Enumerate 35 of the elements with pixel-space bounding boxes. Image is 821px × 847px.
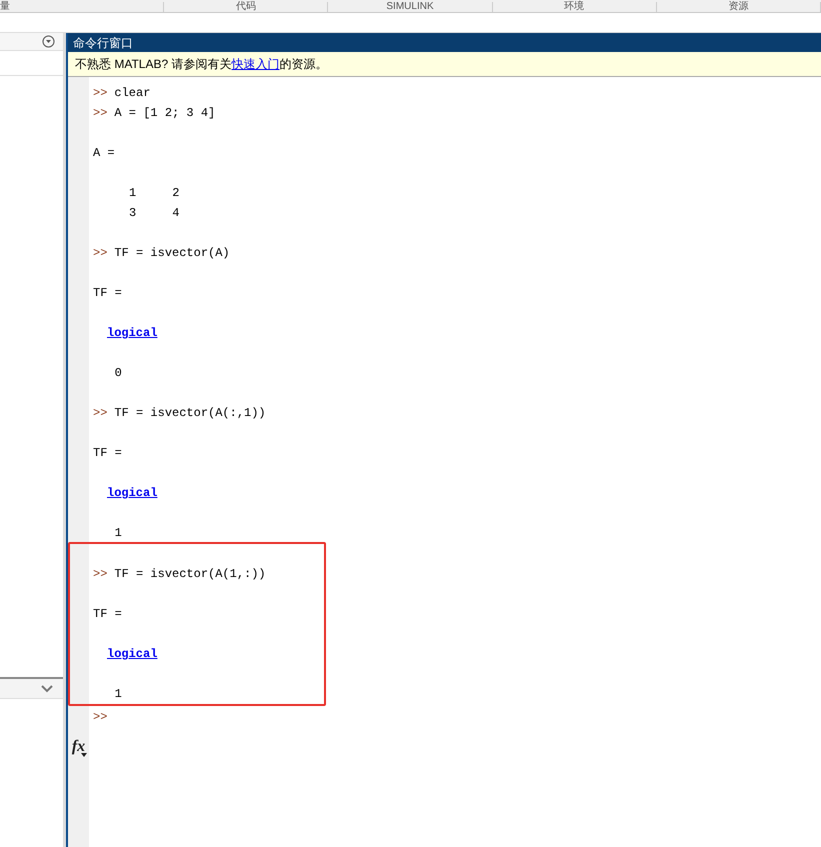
toolstrip-tab[interactable]: 量 xyxy=(0,2,164,12)
prompt-text: >> xyxy=(93,105,108,122)
prompt-text: >> xyxy=(93,85,108,102)
prompt-text[interactable]: >> xyxy=(93,708,108,726)
command-text: clear xyxy=(114,85,150,102)
function-button[interactable]: fx xyxy=(72,739,86,755)
output-text: A = xyxy=(93,145,115,162)
output-text: TF = xyxy=(93,606,122,623)
prompt-text: >> xyxy=(93,245,108,262)
output-text: 0 xyxy=(114,365,122,382)
output-text: TF = xyxy=(93,445,122,462)
command-text: TF = isvector(A) xyxy=(114,245,230,262)
toolstrip-tab[interactable]: SIMULINK xyxy=(328,2,493,12)
command-text: TF = isvector(A(1,:)) xyxy=(114,566,266,583)
output-text: 1 xyxy=(114,525,122,542)
toolstrip-tab[interactable]: 代码 xyxy=(164,2,328,12)
class-link[interactable]: logical xyxy=(107,645,158,663)
chevron-down-icon[interactable] xyxy=(41,684,53,692)
prompt-text: >> xyxy=(93,566,108,583)
class-link[interactable]: logical xyxy=(107,484,158,502)
command-text: A = [1 2; 3 4] xyxy=(114,105,216,122)
dropdown-icon[interactable] xyxy=(42,35,55,48)
output-text: TF = xyxy=(93,285,122,302)
prompt-text: >> xyxy=(93,405,108,422)
command-text: TF = isvector(A(:,1)) xyxy=(114,405,266,422)
window-title-bar: 命令行窗口 xyxy=(68,33,821,52)
toolstrip-tab[interactable]: 环境 xyxy=(492,2,657,12)
output-text: 3 4 xyxy=(128,205,180,222)
caret-icon xyxy=(81,753,87,757)
output-text: 1 2 xyxy=(128,185,180,202)
quick-start-link[interactable]: 快速入门 xyxy=(231,57,280,71)
notice-text: 不熟悉 MATLAB? 请参阅有关快速入门的资源。 xyxy=(68,52,821,77)
toolstrip-tab[interactable]: 资源 xyxy=(656,2,821,12)
output-text: 1 xyxy=(114,686,122,703)
class-link[interactable]: logical xyxy=(107,324,158,342)
